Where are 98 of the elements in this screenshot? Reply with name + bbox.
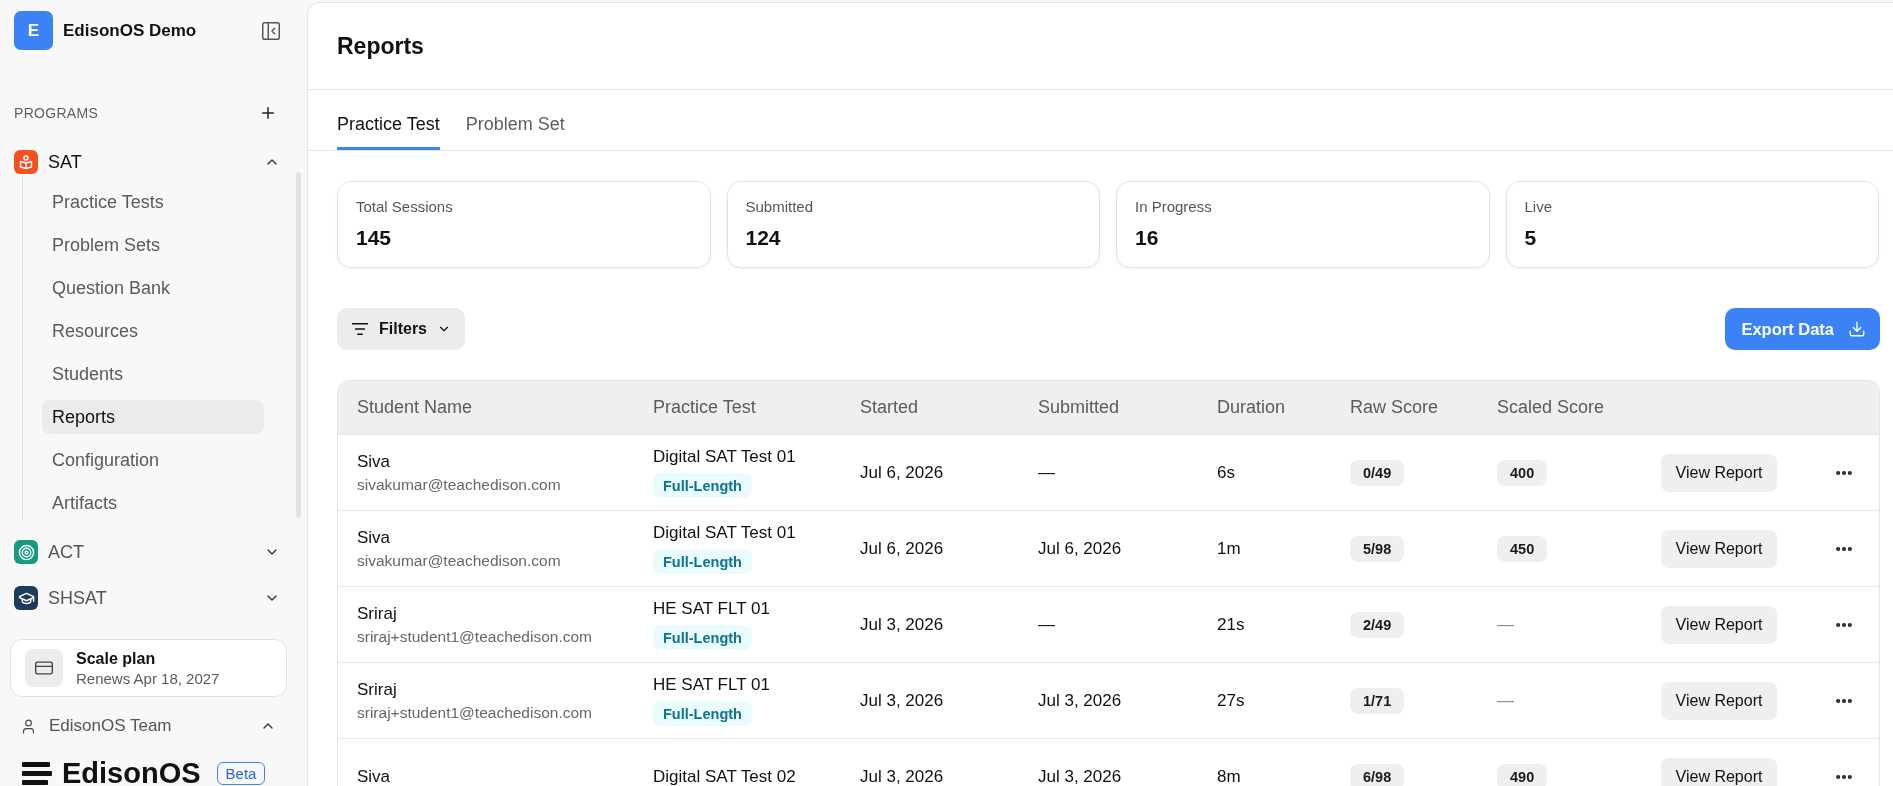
stat-label: In Progress [1135,198,1212,216]
logo-icon [22,761,52,785]
raw-score-pill: 5/98 [1350,535,1405,562]
view-report-button[interactable]: View Report [1661,453,1777,492]
raw-score-pill: 1/71 [1350,687,1405,714]
nav-item[interactable]: Configuration [42,443,264,477]
test-type-tag: Full-Length [653,549,752,574]
scaled-score-pill: 400 [1497,459,1548,486]
credit-card-icon [25,649,63,687]
test-type-tag: Full-Length [653,625,752,650]
test-type-tag: Full-Length [653,701,752,726]
submitted-date: Jul 3, 2026 [1038,766,1122,786]
raw-score-pill: 2/49 [1350,611,1405,638]
nav-item[interactable]: Resources [42,314,264,348]
student-name: Sriraj [357,679,397,700]
started-date: Jul 3, 2026 [860,766,944,786]
export-data-button[interactable]: Export Data [1725,308,1880,350]
column-header: Submitted [1037,397,1120,418]
stat-label: Live [1524,198,1553,216]
column-header: Raw Score [1349,397,1439,418]
student-name: Sriraj [357,603,397,624]
section-label: PROGRAMS [14,105,99,121]
nav-item[interactable]: Reports [42,400,264,434]
team-switcher[interactable]: EdisonOS Team [0,711,307,741]
student-email: sriraj+student1@teachedison.com [357,627,592,646]
column-header: Started [859,397,919,418]
stat-label: Submitted [745,198,814,216]
nav-item[interactable]: Practice Tests [42,185,264,219]
graduation-cap-icon [14,586,38,610]
plan-renewal-date: Renews Apr 18, 2027 [76,669,220,687]
test-type-tag: Full-Length [653,473,752,498]
stat-value: 124 [745,225,781,251]
nav-item[interactable]: Question Bank [42,271,264,305]
started-date: Jul 6, 2026 [860,538,944,559]
scaled-score-pill: 490 [1497,763,1548,786]
program-item[interactable]: SHSAT [0,584,307,612]
column-header: Student Name [356,397,473,418]
user-icon [20,717,37,735]
workspace-name: EdisonOS Demo [63,20,197,41]
beta-badge: Beta [216,761,266,785]
view-report-button[interactable]: View Report [1661,529,1777,568]
program-item[interactable]: ACT [0,538,307,566]
nav-item[interactable]: Artifacts [42,486,264,520]
duration: 8m [1217,766,1241,786]
submitted-date: Jul 3, 2026 [1038,690,1122,711]
started-date: Jul 6, 2026 [860,462,944,483]
column-header: Practice Test [652,397,756,418]
collapse-sidebar-icon[interactable] [260,19,282,42]
practice-test-name: HE SAT FLT 01 [653,675,770,695]
column-header: Duration [1216,397,1286,418]
duration: 27s [1217,690,1245,711]
started-date: Jul 3, 2026 [860,614,944,635]
tab[interactable]: Problem Set [465,90,565,150]
target-icon [14,540,38,564]
student-name: Siva [357,766,391,786]
started-date: Jul 3, 2026 [860,690,944,711]
brand-name: EdisonOS [62,760,201,786]
practice-test-name: HE SAT FLT 01 [653,599,770,619]
filters-button[interactable]: Filters [337,308,465,350]
submitted-date: — [1038,462,1055,483]
column-header: Scaled Score [1496,397,1605,418]
duration: 1m [1217,538,1241,559]
view-report-button[interactable]: View Report [1661,681,1777,720]
view-report-button[interactable]: View Report [1661,605,1777,644]
submitted-date: Jul 6, 2026 [1038,538,1122,559]
practice-test-name: Digital SAT Test 01 [653,523,796,543]
stat-value: 145 [356,225,392,251]
practice-test-name: Digital SAT Test 01 [653,447,796,467]
raw-score-pill: 6/98 [1350,763,1405,786]
tab[interactable]: Practice Test [337,90,440,150]
practice-test-name: Digital SAT Test 02 [653,766,796,786]
student-email: sivakumar@teachedison.com [357,475,561,494]
view-report-button[interactable]: View Report [1661,757,1777,786]
scaled-score-pill: 450 [1497,535,1548,562]
nav-item[interactable]: Students [42,357,264,391]
submitted-date: — [1038,614,1055,635]
student-name: Siva [357,451,391,472]
filter-icon [351,320,369,338]
plan-name: Scale plan [76,649,157,668]
duration: 21s [1217,614,1245,635]
scaled-score: — [1497,614,1514,635]
scaled-score: — [1497,690,1514,711]
duration: 6s [1217,462,1235,483]
download-icon [1848,320,1866,338]
student-email: sivakumar@teachedison.com [357,551,561,570]
program-item[interactable]: SAT [0,148,307,176]
plan-card[interactable]: Scale plan Renews Apr 18, 2027 [10,639,287,697]
student-email: sriraj+student1@teachedison.com [357,703,592,722]
nav-item[interactable]: Problem Sets [42,228,264,262]
page-title: Reports [337,32,424,60]
raw-score-pill: 0/49 [1350,459,1405,486]
stat-value: 5 [1524,225,1537,251]
student-name: Siva [357,527,391,548]
add-icon[interactable] [259,104,277,122]
book-reader-icon [14,150,38,174]
stat-label: Total Sessions [356,198,453,216]
workspace-initial: E [14,11,53,50]
stat-value: 16 [1135,225,1159,251]
